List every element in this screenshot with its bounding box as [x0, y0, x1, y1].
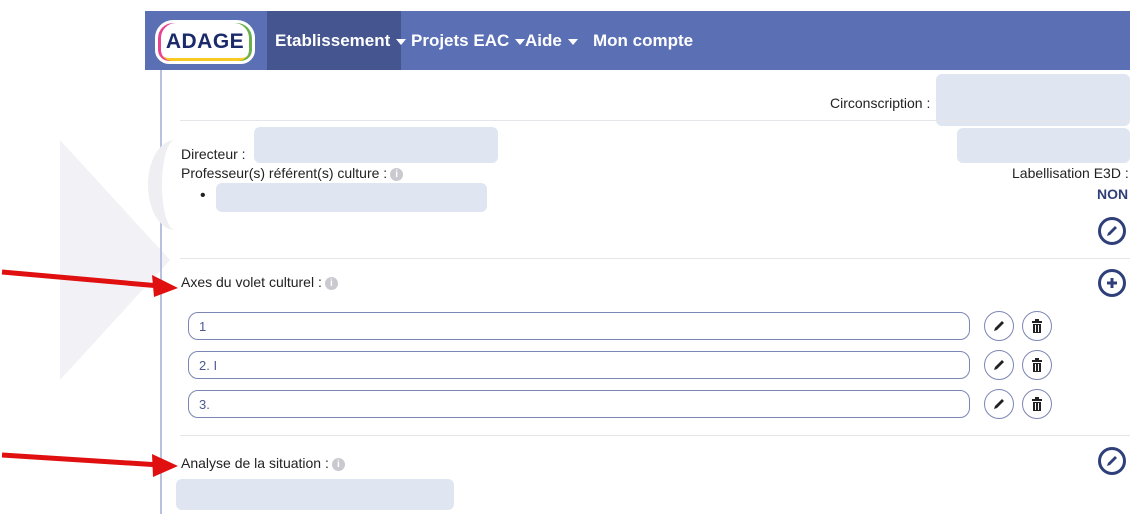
analyse-title: Analyse de la situation :i	[181, 455, 345, 471]
nav-mon-compte[interactable]: Mon compte	[585, 11, 701, 70]
nav-projets-eac[interactable]: Projets EAC	[403, 11, 533, 70]
trash-icon	[1032, 397, 1042, 411]
edit-axe-2-button[interactable]	[984, 350, 1014, 380]
axe-input-1-value: 1	[199, 319, 207, 334]
pencil-icon	[994, 321, 1004, 331]
axes-title-text: Axes du volet culturel :	[181, 274, 322, 290]
labellisation-value: NON	[1097, 186, 1129, 202]
edit-axe-1-button[interactable]	[984, 311, 1014, 341]
circonscription-value-redacted	[936, 74, 1130, 126]
plus-icon	[1107, 278, 1117, 288]
logo-text: ADAGE	[165, 30, 245, 53]
red-arrow-annotation	[1, 452, 178, 477]
edit-info-button[interactable]	[1098, 217, 1126, 245]
adage-logo[interactable]: ADAGE	[155, 20, 255, 64]
edit-axe-3-button[interactable]	[984, 389, 1014, 419]
delete-axe-3-button[interactable]	[1022, 389, 1052, 419]
professeurs-label: Professeur(s) référent(s) culture :i	[181, 165, 404, 181]
trash-icon	[1032, 319, 1042, 333]
nav-aide-label: Aide	[525, 31, 562, 50]
divider	[180, 435, 1130, 436]
info-circle-icon[interactable]: i	[331, 457, 345, 471]
divider	[180, 258, 1130, 259]
delete-axe-2-button[interactable]	[1022, 350, 1052, 380]
divider	[180, 120, 1130, 121]
analyse-value-redacted	[176, 479, 454, 510]
nav-etablissement-label: Etablissement	[275, 31, 391, 50]
caret-down-icon	[567, 38, 578, 45]
axe-input-3-value: 3.	[199, 397, 210, 412]
add-axe-button[interactable]	[1098, 269, 1126, 297]
info-circle-icon[interactable]: i	[324, 276, 338, 290]
nav-mon-compte-label: Mon compte	[593, 31, 694, 50]
pencil-icon	[1107, 456, 1117, 466]
circonscription-label: Circonscription :	[830, 95, 931, 111]
pencil-icon	[1107, 226, 1117, 236]
labellisation-label: Labellisation E3D :	[1012, 165, 1129, 181]
info-circle-icon[interactable]: i	[390, 167, 404, 181]
trash-icon	[1032, 358, 1042, 372]
directeur-value-redacted	[254, 127, 498, 163]
professeur-value-redacted	[216, 183, 487, 212]
axes-title: Axes du volet culturel :i	[181, 274, 338, 290]
axe-input-1[interactable]: 1	[188, 312, 970, 340]
nav-etablissement[interactable]: Etablissement	[267, 11, 407, 70]
nav-projets-label: Projets EAC	[411, 31, 510, 50]
axe-input-3[interactable]: 3.	[188, 390, 970, 418]
redacted-field	[957, 128, 1130, 163]
analyse-title-text: Analyse de la situation :	[181, 455, 329, 471]
pencil-icon	[994, 360, 1004, 370]
axe-input-2-value: 2. I	[199, 358, 218, 373]
pencil-icon	[994, 399, 1004, 409]
professeurs-label-text: Professeur(s) référent(s) culture :	[181, 165, 388, 181]
red-arrow-annotation	[1, 269, 178, 297]
directeur-label: Directeur :	[181, 146, 246, 162]
delete-axe-1-button[interactable]	[1022, 311, 1052, 341]
top-navbar: ADAGE Etablissement Projets EAC Aide Mon…	[145, 11, 1130, 70]
edit-analyse-button[interactable]	[1098, 447, 1126, 475]
list-bullet: •	[200, 187, 206, 204]
nav-aide[interactable]: Aide	[517, 11, 586, 70]
axe-input-2[interactable]: 2. I	[188, 351, 970, 379]
